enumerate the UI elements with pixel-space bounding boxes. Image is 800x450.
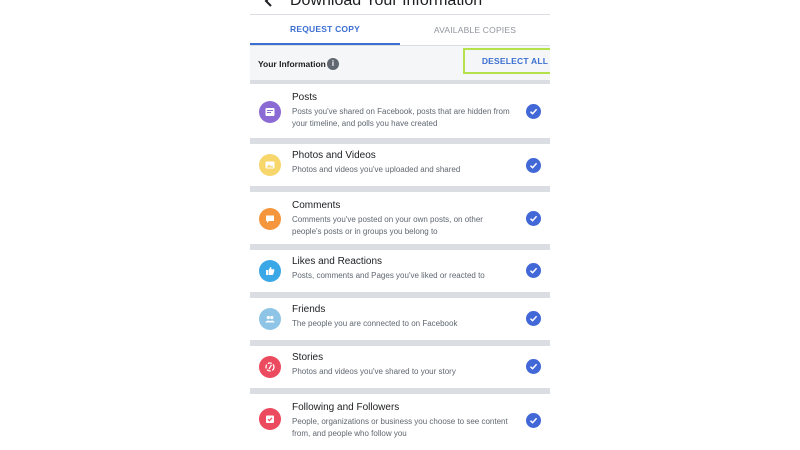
- screenshot-stage: Download Your Information REQUEST COPY A…: [0, 0, 800, 450]
- app-header: Download Your Information: [250, 0, 550, 14]
- category-description: Photos and videos you've uploaded and sh…: [292, 165, 461, 174]
- your-information-row: Your Information i DESELECT ALL: [250, 46, 550, 80]
- page-title: Download Your Information: [290, 0, 483, 9]
- comments-icon: [259, 208, 281, 230]
- category-title: Posts: [292, 92, 318, 103]
- posts-icon: [259, 101, 281, 123]
- photos-icon: [259, 154, 281, 176]
- category-description: Posts, comments and Pages you've liked o…: [292, 271, 485, 280]
- category-description: People, organizations or business you ch…: [292, 417, 508, 438]
- checkmark-icon[interactable]: [526, 311, 541, 326]
- category-item-friends[interactable]: Friends The people you are connected to …: [250, 298, 550, 340]
- category-item-following-followers[interactable]: Following and Followers People, organiza…: [250, 394, 550, 450]
- friends-icon: [259, 308, 281, 330]
- tab-bar: REQUEST COPY AVAILABLE COPIES: [250, 14, 550, 46]
- information-category-list: Posts Posts you've shared on Facebook, p…: [250, 80, 550, 450]
- checkmark-icon[interactable]: [526, 158, 541, 173]
- checkmark-icon[interactable]: [526, 211, 541, 226]
- checkmark-icon[interactable]: [526, 104, 541, 119]
- category-title: Following and Followers: [292, 402, 400, 413]
- category-item-posts[interactable]: Posts Posts you've shared on Facebook, p…: [250, 84, 550, 138]
- category-item-stories[interactable]: Stories Photos and videos you've shared …: [250, 346, 550, 388]
- back-arrow-icon[interactable]: [262, 0, 276, 8]
- category-title: Stories: [292, 352, 324, 363]
- phone-screen: Download Your Information REQUEST COPY A…: [250, 0, 550, 450]
- category-description: Photos and videos you've shared to your …: [292, 367, 456, 376]
- category-title: Friends: [292, 304, 326, 315]
- category-item-likes-reactions[interactable]: Likes and Reactions Posts, comments and …: [250, 250, 550, 292]
- category-description: Comments you've posted on your own posts…: [292, 215, 483, 236]
- category-item-comments[interactable]: Comments Comments you've posted on your …: [250, 192, 550, 244]
- tab-available-copies[interactable]: AVAILABLE COPIES: [400, 15, 550, 45]
- like-icon: [259, 260, 281, 282]
- category-description: The people you are connected to on Faceb…: [292, 319, 458, 328]
- tab-request-copy[interactable]: REQUEST COPY: [250, 15, 400, 45]
- category-title: Likes and Reactions: [292, 256, 383, 267]
- checkmark-icon[interactable]: [526, 413, 541, 428]
- deselect-all-button[interactable]: DESELECT ALL: [463, 48, 550, 74]
- info-icon[interactable]: i: [327, 58, 339, 70]
- following-icon: [259, 408, 281, 430]
- checkmark-icon[interactable]: [526, 359, 541, 374]
- your-information-label: Your Information: [258, 59, 326, 69]
- category-title: Photos and Videos: [292, 150, 376, 161]
- stories-icon: [259, 356, 281, 378]
- category-title: Comments: [292, 200, 341, 211]
- checkmark-icon[interactable]: [526, 263, 541, 278]
- category-description: Posts you've shared on Facebook, posts t…: [292, 107, 510, 128]
- category-item-photos-videos[interactable]: Photos and Videos Photos and videos you'…: [250, 144, 550, 186]
